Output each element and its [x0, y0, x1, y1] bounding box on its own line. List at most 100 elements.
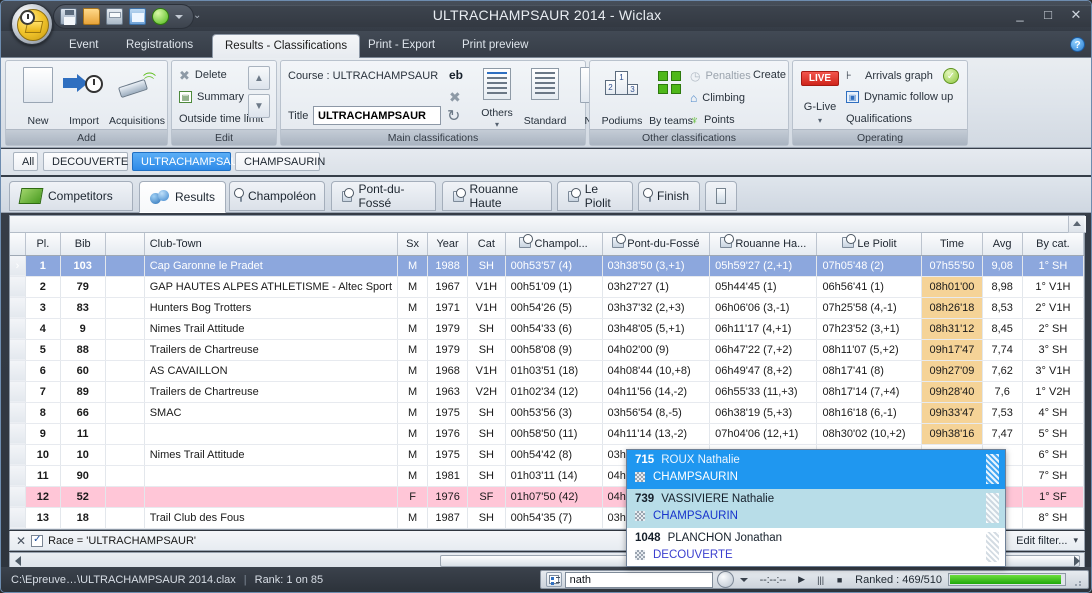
row-handle[interactable]	[10, 339, 25, 360]
tab-registrations[interactable]: Registrations	[114, 34, 205, 58]
row-handle[interactable]	[10, 297, 25, 318]
table-row[interactable]: 4 9 Nimes Trail Attitude M 1979 SH 00h54…	[10, 318, 1084, 339]
col-sx[interactable]: Sx	[398, 233, 428, 255]
delete-item[interactable]: ✖ Delete	[179, 69, 227, 81]
close-button[interactable]: ✕	[1067, 7, 1085, 23]
row-handle[interactable]	[10, 507, 25, 528]
add-tab-button[interactable]	[705, 181, 737, 211]
g-live-caret-icon[interactable]: ▾	[801, 116, 839, 125]
save-icon[interactable]	[60, 8, 77, 25]
competitor-search-icon[interactable]	[546, 572, 562, 587]
row-handle[interactable]	[10, 423, 25, 444]
status-icon[interactable]	[152, 8, 169, 25]
table-row[interactable]: 3 83 Hunters Bog Trotters M 1971 V1H 00h…	[10, 297, 1084, 318]
g-live-label[interactable]: G-Live	[801, 101, 839, 113]
col-time[interactable]: Time	[922, 233, 982, 255]
refresh-icon[interactable]: ↻	[447, 106, 460, 126]
summary-item[interactable]: ▤ Summary ▾	[179, 91, 253, 103]
row-handle[interactable]	[10, 381, 25, 402]
chevron-down-icon[interactable]	[740, 578, 748, 582]
tab-results[interactable]: Results	[139, 181, 226, 213]
import-button[interactable]: Import	[56, 65, 112, 127]
chip-decouverte[interactable]: DECOUVERTE	[43, 152, 128, 171]
table-row[interactable]: › 1 103 Cap Garonne le Pradet M 1988 SH …	[10, 255, 1084, 276]
col-club-town[interactable]: Club-Town	[144, 233, 397, 255]
tab-champoleon[interactable]: Champoléon	[229, 181, 325, 211]
course-badge[interactable]: eb	[449, 68, 463, 82]
app-logo[interactable]	[11, 3, 53, 45]
nudge-up-button[interactable]: ▲	[248, 66, 270, 90]
col-year[interactable]: Year	[428, 233, 468, 255]
penalties-item[interactable]: ◷ Penalties	[690, 69, 751, 83]
nudge-down-button[interactable]: ▼	[248, 94, 270, 118]
table-row[interactable]: 2 79 GAP HAUTES ALPES ATHLETISME - Altec…	[10, 276, 1084, 297]
row-handle[interactable]	[10, 486, 25, 507]
close-filter-icon[interactable]: ✕	[16, 534, 26, 548]
chip-champsaurin[interactable]: CHAMPSAURIN	[235, 152, 320, 171]
podiums-button[interactable]: 1 2 3 Podiums	[594, 65, 650, 127]
help-icon[interactable]: ?	[1070, 37, 1085, 52]
col-le-piolit[interactable]: Le Piolit	[817, 233, 922, 255]
create-item[interactable]: Create	[753, 69, 786, 81]
tab-event[interactable]: Event	[57, 34, 110, 58]
delete-classification-icon[interactable]: ✖	[449, 89, 461, 106]
window-icon[interactable]	[129, 8, 146, 25]
maximize-button[interactable]: □	[1039, 7, 1057, 23]
col-by-cat[interactable]: By cat.	[1022, 233, 1083, 255]
qualifications-item[interactable]: Qualifications	[846, 113, 912, 125]
tab-results-classifications[interactable]: Results - Classifications	[212, 34, 360, 58]
filter-enabled-checkbox[interactable]	[31, 535, 43, 547]
tab-pont-du-fosse[interactable]: Pont-du-Fossé	[331, 181, 436, 211]
tab-competitors[interactable]: Competitors	[9, 181, 133, 211]
autocomplete-item[interactable]: 715ROUX Nathalie CHAMPSAURIN	[627, 450, 1005, 489]
title-input[interactable]	[313, 106, 441, 125]
points-item[interactable]: ♆ Points	[690, 113, 735, 127]
chip-ultrachampsaur[interactable]: ULTRACHAMPSAUR	[132, 152, 231, 171]
row-handle[interactable]	[10, 444, 25, 465]
table-row[interactable]: 5 88 Trailers de Chartreuse M 1979 SH 00…	[10, 339, 1084, 360]
tab-rouanne-haute[interactable]: Rouanne Haute	[442, 181, 552, 211]
standard-button[interactable]: Standard	[517, 65, 573, 127]
chip-all[interactable]: All	[13, 152, 38, 171]
scroll-up-button[interactable]	[1068, 216, 1084, 233]
row-handle[interactable]	[10, 318, 25, 339]
stop-button[interactable]: ■	[831, 572, 848, 587]
quick-access-overflow-icon[interactable]: ⌄	[193, 10, 201, 21]
dynamic-follow-up-item[interactable]: ▣ Dynamic follow up	[846, 91, 953, 103]
col-blank[interactable]	[105, 233, 144, 255]
search-input[interactable]	[565, 572, 713, 588]
table-row[interactable]: 8 66 SMAC M 1975 SH 00h53'56 (3) 03h56'5…	[10, 402, 1084, 423]
tab-finish[interactable]: Finish	[638, 181, 700, 211]
scroll-left-icon[interactable]	[15, 556, 21, 566]
acquisitions-button[interactable]: ⌒ ⌒ Acquisitions	[106, 65, 168, 127]
autocomplete-item[interactable]: 739VASSIVIERE Nathalie CHAMPSAURIN	[627, 489, 1005, 528]
row-handle[interactable]	[10, 402, 25, 423]
arrivals-graph-item[interactable]: ⊦ Arrivals graph	[846, 69, 933, 82]
green-check-icon[interactable]: ✓	[943, 68, 959, 84]
edit-filter-control[interactable]: Edit filter... ▾	[1016, 535, 1078, 547]
tab-print-export[interactable]: Print - Export	[356, 34, 447, 58]
col-pont-du-fosse[interactable]: Pont-du-Fossé	[602, 233, 710, 255]
tab-le-piolit[interactable]: Le Piolit	[557, 181, 633, 211]
tab-print-preview[interactable]: Print preview	[450, 34, 540, 58]
row-handle[interactable]	[10, 465, 25, 486]
play-button[interactable]: ▶	[793, 572, 810, 587]
col-cat[interactable]: Cat	[468, 233, 506, 255]
col-avg[interactable]: Avg	[982, 233, 1022, 255]
col-bib[interactable]: Bib	[60, 233, 105, 255]
print-icon[interactable]	[106, 8, 123, 25]
resize-grip-icon[interactable]	[1072, 574, 1084, 586]
climbing-item[interactable]: ⌂ Climbing	[690, 91, 745, 105]
row-handle[interactable]	[10, 276, 25, 297]
table-row[interactable]: 9 11 M 1976 SH 00h58'50 (11) 04h11'14 (1…	[10, 423, 1084, 444]
pause-button[interactable]: |||	[812, 572, 829, 587]
minimize-button[interactable]: _	[1011, 7, 1029, 23]
table-row[interactable]: 6 60 AS CAVAILLON M 1968 V1H 01h03'51 (1…	[10, 360, 1084, 381]
edit-filter-caret-icon[interactable]: ▾	[1073, 535, 1078, 546]
open-icon[interactable]	[83, 8, 100, 25]
chevron-down-icon[interactable]	[175, 15, 183, 19]
search-autocomplete-popup[interactable]: 715ROUX Nathalie CHAMPSAURIN 739VASSIVIE…	[626, 449, 1006, 567]
scroll-right-icon[interactable]	[1074, 556, 1080, 566]
row-handle[interactable]	[10, 360, 25, 381]
col-pl[interactable]: Pl.	[25, 233, 60, 255]
